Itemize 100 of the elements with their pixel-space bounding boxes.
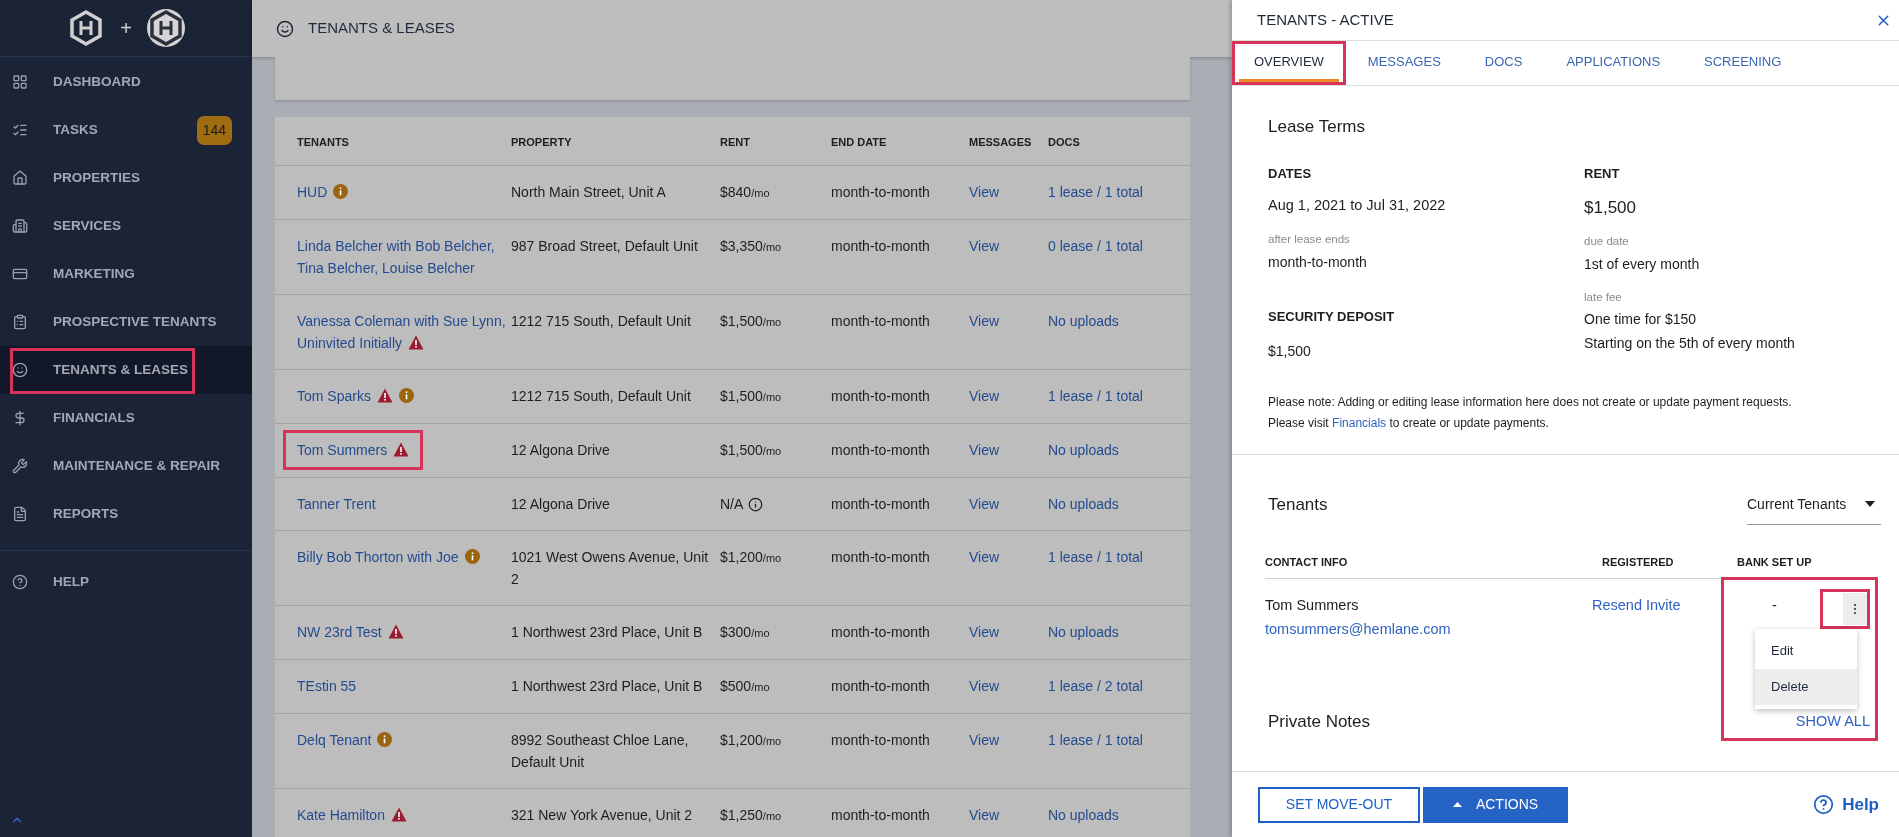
view-link[interactable]: View [969, 624, 1000, 640]
view-link[interactable]: View [969, 388, 1000, 404]
tenant-link[interactable]: Billy Bob Thorton with Joe [297, 546, 480, 568]
view-link[interactable]: View [969, 678, 1000, 694]
nav-item[interactable]: DASHBOARD [0, 58, 252, 106]
clipboard-icon [12, 314, 28, 330]
set-move-out-button[interactable]: SET MOVE-OUT [1258, 786, 1420, 823]
card-icon [12, 266, 28, 282]
nav-item[interactable]: PROPERTIES [0, 154, 252, 202]
column-header: TENANTS [297, 136, 349, 148]
column-header: REGISTERED [1602, 555, 1674, 568]
nav-item[interactable]: MAINTENANCE & REPAIR [0, 442, 252, 490]
tenant-link[interactable]: Tom Sparks [297, 385, 414, 407]
tenant-name: Tom Summers [1265, 595, 1360, 615]
field-caption: late fee [1584, 289, 1623, 305]
rent-cell-text: $1,500/mo [720, 387, 782, 406]
view-link[interactable]: View [969, 313, 1000, 329]
view-link[interactable]: View [969, 496, 1000, 512]
dropdown-caret-icon [1865, 501, 1875, 507]
actions-button[interactable]: ACTIONS [1423, 786, 1568, 823]
view-link[interactable]: View [969, 807, 1000, 823]
more-button[interactable] [1820, 588, 1870, 629]
nav-item[interactable]: TASKS 144 [0, 106, 252, 154]
field-value: Starting on the 5th of every month [1584, 334, 1796, 353]
tab[interactable]: MESSAGES [1345, 41, 1463, 85]
property-cell: 8992 Southeast Chloe Lane, Default Unit [511, 732, 689, 770]
column-header: MESSAGES [969, 136, 1032, 148]
end-date-cell: month-to-month [831, 442, 930, 458]
nav-item[interactable]: TENANTS & LEASES [0, 346, 252, 394]
tenant-link[interactable]: Delq Tenant [297, 729, 393, 751]
rent-cell-text: $500/mo [720, 677, 770, 696]
field-value: One time for $150 [1584, 310, 1698, 329]
tenant-link[interactable]: TEstin 55 [297, 675, 357, 697]
help-icon [1813, 794, 1835, 815]
tab[interactable]: SCREENING [1682, 41, 1804, 85]
nav-item[interactable]: PROSPECTIVE TENANTS [0, 298, 252, 346]
end-date-cell: month-to-month [831, 624, 930, 640]
end-date-cell: month-to-month [831, 549, 930, 565]
info-icon [748, 496, 764, 512]
view-link[interactable]: View [969, 732, 1000, 748]
tab[interactable]: DOCS [1462, 41, 1545, 85]
property-cell: 1 Northwest 23rd Place, Unit B [511, 678, 703, 694]
property-cell: 1 Northwest 23rd Place, Unit B [511, 624, 703, 640]
docs-link[interactable]: 1 lease / 2 total [1048, 678, 1143, 694]
face-icon [12, 362, 28, 378]
docs-link[interactable]: No uploads [1048, 807, 1119, 823]
column-header: DOCS [1048, 136, 1080, 148]
rent-cell-text: $3,350/mo [720, 237, 782, 256]
rent-cell-text: $1,500/mo [720, 312, 782, 331]
panel-title: TENANTS - ACTIVE [1257, 9, 1394, 30]
tenant-link[interactable]: Tanner Trent [297, 493, 376, 515]
docs-link[interactable]: 1 lease / 1 total [1048, 184, 1143, 200]
field-value: Aug 1, 2021 to Jul 31, 2022 [1268, 196, 1447, 215]
lease-note: Please note: Adding or editing lease information here does not create or update payment requests. Please visit Financials to create or update payments. [1268, 393, 1793, 432]
rent-cell-text: $1,500/mo [720, 441, 782, 460]
docs-link[interactable]: 1 lease / 1 total [1048, 388, 1143, 404]
tab[interactable]: APPLICATIONS [1544, 41, 1683, 85]
view-link[interactable]: View [969, 549, 1000, 565]
financials-link[interactable]: Financials [1332, 415, 1387, 430]
bank-status: - [1772, 595, 1777, 615]
tenant-link[interactable]: Linda Belcher with Bob Belcher, Tina Belcher, Louise Belcher [297, 235, 507, 279]
help-icon [12, 574, 28, 590]
nav-item[interactable]: SERVICES [0, 202, 252, 250]
menu-item[interactable]: Delete [1755, 668, 1857, 705]
docs-link[interactable]: No uploads [1048, 313, 1119, 329]
property-cell: 12 Algona Drive [511, 442, 610, 458]
rent-cell-text: $1,250/mo [720, 806, 782, 825]
resend-invite-link[interactable]: Resend Invite [1592, 596, 1681, 613]
nav-item[interactable]: MARKETING [0, 250, 252, 298]
docs-link[interactable]: 1 lease / 1 total [1048, 549, 1143, 565]
docs-link[interactable]: 1 lease / 1 total [1048, 732, 1143, 748]
field-caption: due date [1584, 233, 1630, 249]
menu-item[interactable]: Edit [1755, 632, 1857, 669]
view-link[interactable]: View [969, 238, 1000, 254]
tab[interactable]: OVERVIEW [1232, 41, 1346, 85]
tenant-link[interactable]: HUD [297, 181, 349, 203]
docs-link[interactable]: 0 lease / 1 total [1048, 238, 1143, 254]
help-button[interactable]: Help [1813, 791, 1879, 818]
end-date-cell: month-to-month [831, 184, 930, 200]
tenant-link[interactable]: NW 23rd Test [297, 621, 404, 643]
tenant-link[interactable]: Vanessa Coleman with Sue Lynn, Uninvited Initially [297, 310, 507, 354]
count-badge: 144 [196, 115, 232, 145]
document-icon [12, 506, 28, 522]
field-caption: after lease ends [1268, 231, 1351, 247]
docs-link[interactable]: No uploads [1048, 496, 1119, 512]
show-all-link[interactable]: SHOW ALL [1795, 711, 1870, 734]
tenant-link[interactable]: Kate Hamilton [297, 804, 407, 826]
column-header: CONTACT INFO [1265, 555, 1348, 568]
nav-item[interactable]: HELP [0, 561, 252, 603]
tenant-filter-dropdown[interactable]: Current Tenants [1747, 484, 1881, 525]
rent-cell-text: $840/mo [720, 183, 770, 202]
docs-link[interactable]: No uploads [1048, 442, 1119, 458]
view-link[interactable]: View [969, 184, 1000, 200]
view-link[interactable]: View [969, 442, 1000, 458]
email-link[interactable]: tomsummers@hemlane.com [1265, 619, 1592, 641]
end-date-cell: month-to-month [831, 678, 930, 694]
nav-item[interactable]: REPORTS [0, 490, 252, 538]
property-cell: 1212 715 South, Default Unit [511, 313, 691, 329]
nav-item[interactable]: FINANCIALS [0, 394, 252, 442]
docs-link[interactable]: No uploads [1048, 624, 1119, 640]
